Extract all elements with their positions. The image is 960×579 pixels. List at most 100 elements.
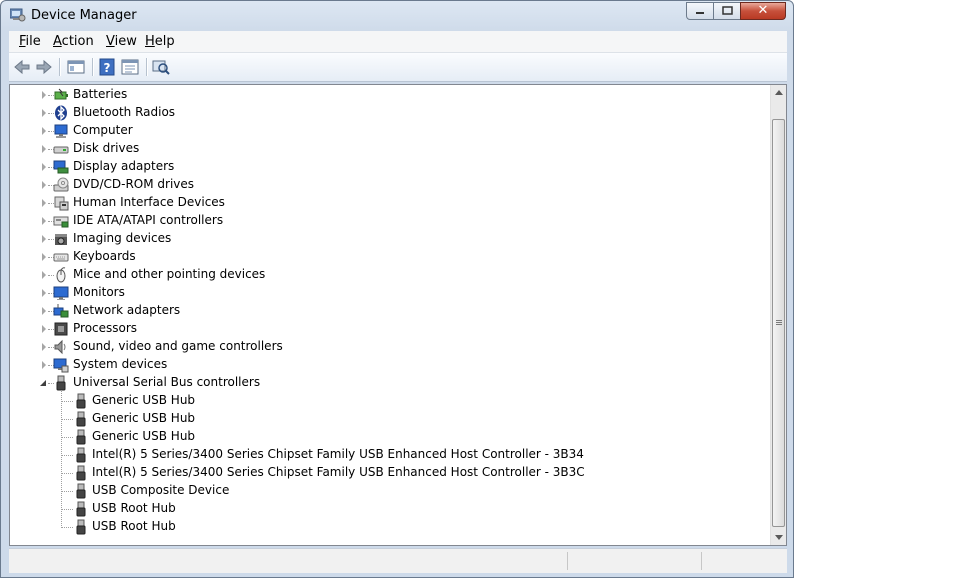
close-button[interactable]: ✕ [740, 2, 786, 20]
tree-device-item[interactable]: Generic USB Hub [10, 392, 770, 410]
properties-icon[interactable] [120, 57, 140, 77]
device-label: Intel(R) 5 Series/3400 Series Chipset Fa… [92, 465, 585, 479]
toolbar: ? [9, 53, 787, 82]
menu-help[interactable]: Help [145, 34, 175, 49]
category-label: System devices [73, 357, 168, 371]
expand-arrow-icon[interactable] [42, 91, 46, 99]
tree-connector [61, 419, 73, 420]
tree-connector [61, 509, 73, 510]
expand-arrow-icon[interactable] [42, 109, 46, 117]
menu-bar: File Action View Help [9, 31, 787, 53]
tree-category-item[interactable]: Disk drives [10, 140, 770, 158]
expand-arrow-icon[interactable] [42, 253, 46, 261]
usb-icon [76, 519, 86, 535]
expand-arrow-icon[interactable] [42, 289, 46, 297]
usb-icon [76, 501, 86, 517]
vertical-scrollbar[interactable] [770, 85, 786, 545]
expand-arrow-icon[interactable] [42, 145, 46, 153]
minimize-button[interactable] [686, 2, 714, 20]
menu-view[interactable]: View [106, 34, 137, 49]
menu-action[interactable]: Action [53, 34, 94, 49]
window-title: Device Manager [31, 8, 137, 23]
expand-arrow-icon[interactable] [42, 271, 46, 279]
expand-arrow-icon[interactable] [42, 199, 46, 207]
display-adapter-icon [53, 160, 69, 174]
tree-device-item[interactable]: Intel(R) 5 Series/3400 Series Chipset Fa… [10, 446, 770, 464]
category-label: Display adapters [73, 159, 175, 173]
expand-arrow-icon[interactable] [42, 361, 46, 369]
help-icon[interactable]: ? [97, 57, 117, 77]
category-label: Disk drives [73, 141, 140, 155]
tree-category-item[interactable]: Mice and other pointing devices [10, 266, 770, 284]
device-tree[interactable]: Batteries Bluetooth Radios Computer Disk dr… [9, 84, 787, 546]
tree-device-item[interactable]: USB Root Hub [10, 500, 770, 518]
scan-hardware-icon[interactable] [151, 57, 171, 77]
title-bar[interactable]: Device Manager ✕ [1, 1, 793, 30]
tree-category-item[interactable]: Computer [10, 122, 770, 140]
tree-device-item[interactable]: Generic USB Hub [10, 410, 770, 428]
expand-arrow-icon[interactable] [42, 235, 46, 243]
category-label: Human Interface Devices [73, 195, 225, 209]
computer-icon [54, 124, 68, 138]
category-label: Keyboards [73, 249, 136, 263]
tree-category-item[interactable]: DVD/CD-ROM drives [10, 176, 770, 194]
minimize-icon [696, 12, 704, 14]
tree-category-item[interactable]: Universal Serial Bus controllers [10, 374, 770, 392]
tree-category-item[interactable]: Human Interface Devices [10, 194, 770, 212]
toolbar-separator [59, 58, 60, 76]
tree-connector [61, 455, 73, 456]
system-devices-icon [53, 358, 69, 373]
usb-icon [56, 375, 66, 391]
expand-arrow-icon[interactable] [42, 307, 46, 315]
tree-device-item[interactable]: USB Composite Device [10, 482, 770, 500]
category-label: Monitors [73, 285, 125, 299]
processor-icon [54, 322, 68, 336]
tree-category-item[interactable]: Bluetooth Radios [10, 104, 770, 122]
tree-connector [61, 491, 73, 492]
bluetooth-icon [55, 105, 67, 121]
hid-icon [54, 196, 69, 211]
usb-icon [76, 429, 86, 445]
expand-arrow-icon[interactable] [42, 181, 46, 189]
scroll-down-icon[interactable] [775, 535, 783, 540]
menu-file[interactable]: File [19, 34, 41, 49]
maximize-button[interactable] [713, 2, 741, 20]
expand-arrow-icon[interactable] [42, 217, 46, 225]
tree-connector [61, 390, 62, 528]
category-label: Sound, video and game controllers [73, 339, 283, 353]
device-label: USB Composite Device [92, 483, 230, 497]
close-icon: ✕ [757, 3, 769, 18]
collapse-arrow-icon[interactable] [40, 380, 46, 386]
scrollbar-thumb[interactable] [772, 119, 785, 527]
expand-arrow-icon[interactable] [42, 343, 46, 351]
tree-device-item[interactable]: Generic USB Hub [10, 428, 770, 446]
forward-icon[interactable] [34, 57, 54, 77]
tree-category-item[interactable]: Monitors [10, 284, 770, 302]
expand-arrow-icon[interactable] [42, 127, 46, 135]
category-label: Computer [73, 123, 133, 137]
tree-category-item[interactable]: Imaging devices [10, 230, 770, 248]
ide-controller-icon [53, 216, 69, 228]
device-label: Generic USB Hub [92, 429, 196, 443]
category-label: Imaging devices [73, 231, 172, 245]
tree-category-item[interactable]: Processors [10, 320, 770, 338]
console-tree-icon[interactable] [66, 57, 86, 77]
tree-category-item[interactable]: Sound, video and game controllers [10, 338, 770, 356]
tree-device-item[interactable]: Intel(R) 5 Series/3400 Series Chipset Fa… [10, 464, 770, 482]
back-icon[interactable] [12, 57, 32, 77]
tree-category-item[interactable]: Batteries [10, 86, 770, 104]
category-label: Universal Serial Bus controllers [73, 375, 261, 389]
device-label: USB Root Hub [92, 519, 176, 533]
grip-line [776, 320, 782, 321]
tree-category-item[interactable]: Network adapters [10, 302, 770, 320]
grip-line [776, 322, 782, 323]
expand-arrow-icon[interactable] [42, 163, 46, 171]
tree-category-item[interactable]: IDE ATA/ATAPI controllers [10, 212, 770, 230]
tree-category-item[interactable]: Display adapters [10, 158, 770, 176]
tree-category-item[interactable]: Keyboards [10, 248, 770, 266]
tree-device-item[interactable]: USB Root Hub [10, 518, 770, 536]
tree-category-item[interactable]: System devices [10, 356, 770, 374]
expand-arrow-icon[interactable] [42, 325, 46, 333]
scroll-up-icon[interactable] [775, 90, 783, 95]
svg-text:?: ? [104, 61, 111, 75]
